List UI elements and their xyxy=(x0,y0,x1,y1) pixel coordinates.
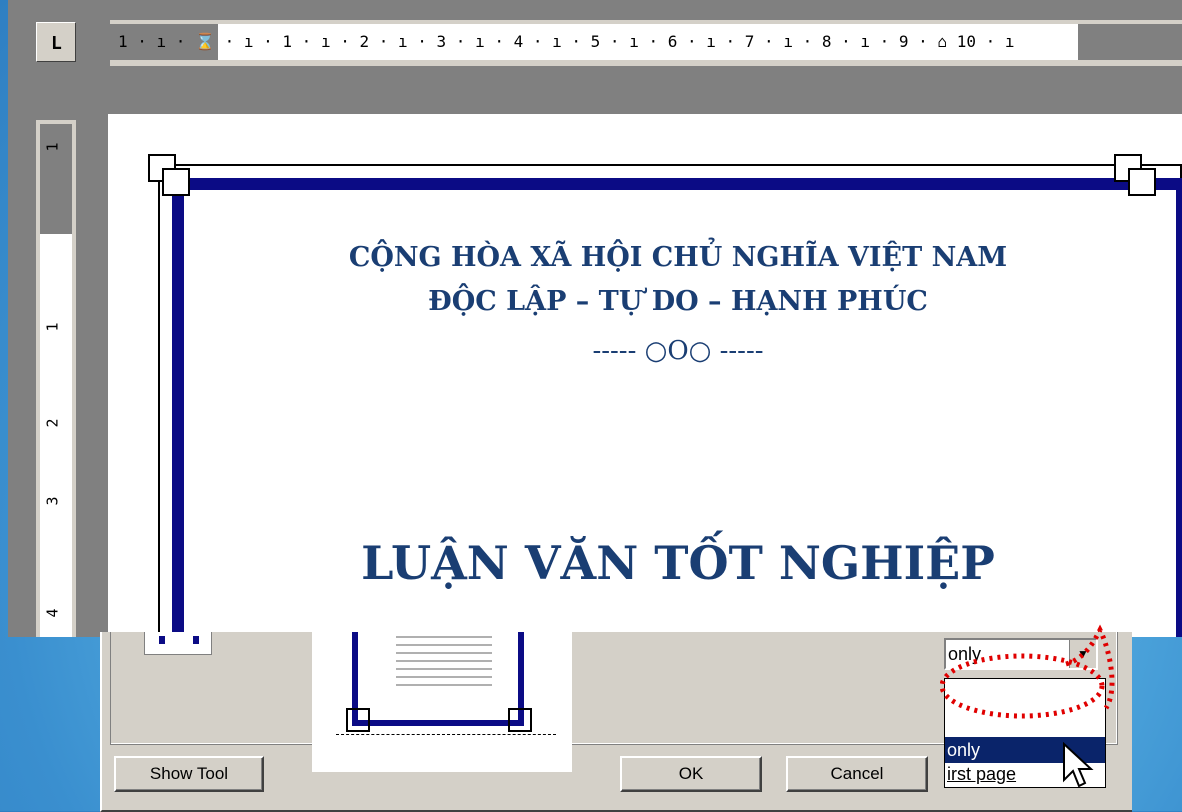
mouse-cursor-icon xyxy=(1063,742,1094,788)
vertical-ruler-margin xyxy=(40,124,72,234)
tab-selector-button[interactable]: L xyxy=(36,22,76,62)
horizontal-ruler[interactable]: 1 · ı · ⌛ · ı · 1 · ı · 2 · ı · 3 · ı · … xyxy=(110,20,1182,66)
left-tab-icon: L xyxy=(51,33,62,54)
ruler-scale: 1 · ı · ⌛ · ı · 1 · ı · 2 · ı · 3 · ı · … xyxy=(118,32,1015,51)
preview-text-line xyxy=(396,636,492,638)
vruler-number: 1 xyxy=(43,142,62,152)
cancel-button[interactable]: Cancel xyxy=(786,756,928,792)
document-page[interactable]: CỘNG HÒA XÃ HỘI CHỦ NGHĨA VIỆT NAM ĐỘC L… xyxy=(108,114,1182,637)
preview-text-line xyxy=(396,644,492,646)
ok-button[interactable]: OK xyxy=(620,756,762,792)
vruler-number: 1 xyxy=(43,322,62,332)
vruler-number: 4 xyxy=(43,608,62,618)
preview-text-line xyxy=(396,668,492,670)
preview-text-line xyxy=(396,652,492,654)
border-corner-icon xyxy=(1128,168,1156,196)
border-preview[interactable] xyxy=(312,632,572,772)
heading-country: CỘNG HÒA XÃ HỘI CHỦ NGHĨA VIỆT NAM xyxy=(348,242,1008,273)
heading-motto: ĐỘC LẬP – TỰ DO – HẠNH PHÚC xyxy=(428,286,928,317)
preview-text-line xyxy=(396,660,492,662)
preview-corner-icon xyxy=(346,708,370,732)
word-window: L 1 · ı · ⌛ · ı · 1 · ı · 2 · ı · 3 · ı … xyxy=(8,0,1182,637)
preview-corner-icon xyxy=(508,708,532,732)
preview-text-line xyxy=(396,676,492,678)
vruler-number: 3 xyxy=(43,496,62,506)
border-corner-icon xyxy=(162,168,190,196)
vruler-number: 2 xyxy=(43,418,62,428)
highlight-annotation xyxy=(940,624,1115,719)
preview-page-border xyxy=(352,632,524,726)
vertical-ruler[interactable]: 1 1 2 3 4 xyxy=(36,120,76,637)
preview-margin-guide xyxy=(336,734,556,735)
vertical-ruler-text-area xyxy=(40,234,72,637)
border-style-thumbnail[interactable] xyxy=(144,632,212,655)
thumbnail-border-icon xyxy=(159,636,199,644)
ornament-divider: ----- ○O○ ----- xyxy=(592,336,764,366)
ruler-margin-area: 1 · ı · ⌛ · ı · 1 · ı · 2 · ı · 3 · ı · … xyxy=(110,24,1182,60)
preview-text-line xyxy=(396,684,492,686)
document-title: LUẬN VĂN TỐT NGHIỆP xyxy=(361,536,995,590)
show-toolbar-button[interactable]: Show Tool xyxy=(114,756,264,792)
